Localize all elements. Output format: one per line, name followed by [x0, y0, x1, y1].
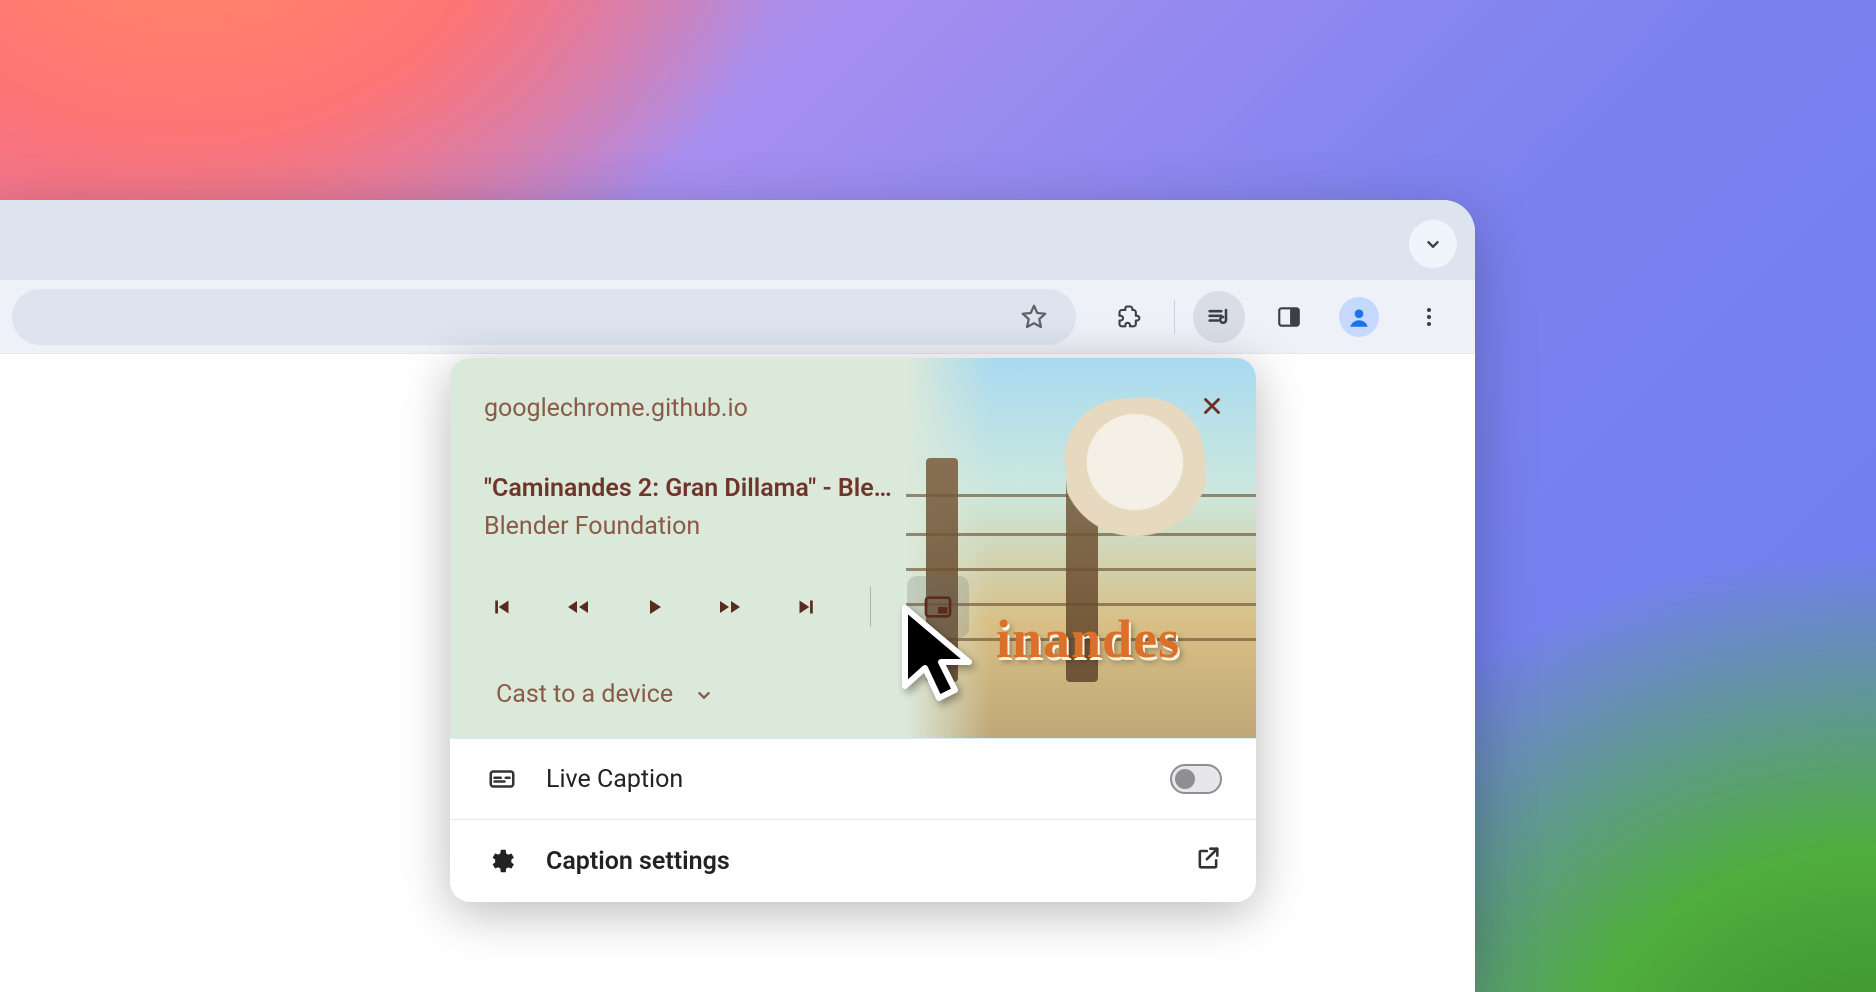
rewind-button[interactable] [556, 585, 600, 629]
media-control-button[interactable] [1193, 291, 1245, 343]
live-caption-toggle[interactable] [1170, 764, 1222, 794]
overflow-menu-button[interactable] [1403, 291, 1455, 343]
play-icon [642, 595, 666, 619]
live-caption-row: Live Caption [450, 738, 1256, 820]
address-bar[interactable]: ession/video.html [12, 289, 1076, 345]
media-control-popup: inandes googlechrome.github.io "Caminand… [450, 358, 1256, 902]
media-artist: Blender Foundation [484, 512, 700, 541]
profile-button[interactable] [1333, 291, 1385, 343]
caption-settings-label: Caption settings [546, 847, 1194, 876]
side-panel-button[interactable] [1263, 291, 1315, 343]
pip-icon [922, 591, 954, 623]
skip-next-icon [793, 594, 819, 620]
fast-forward-button[interactable] [708, 585, 752, 629]
chevron-down-icon [693, 684, 715, 706]
captions-icon [484, 764, 520, 794]
close-media-button[interactable] [1190, 384, 1234, 428]
artwork-logo-text: inandes [996, 608, 1180, 670]
cast-label: Cast to a device [496, 680, 673, 709]
toggle-knob [1175, 769, 1195, 789]
fast-forward-icon [715, 594, 745, 620]
media-controls-separator [870, 587, 871, 627]
gear-icon [484, 846, 520, 876]
cast-to-device-button[interactable]: Cast to a device [496, 680, 715, 709]
live-caption-label: Live Caption [546, 765, 1170, 794]
media-source-label: googlechrome.github.io [484, 394, 748, 423]
tab-search-chevron[interactable] [1409, 220, 1457, 268]
media-title: "Caminandes 2: Gran Dillama" - Ble… [484, 474, 892, 503]
toolbar-divider [1174, 300, 1175, 334]
caption-settings-row[interactable]: Caption settings [450, 820, 1256, 902]
star-icon [1019, 302, 1049, 332]
previous-track-button[interactable] [480, 585, 524, 629]
media-card: inandes googlechrome.github.io "Caminand… [450, 358, 1256, 738]
music-note-icon [1205, 303, 1233, 331]
skip-previous-icon [489, 594, 515, 620]
toolbar-actions [1076, 291, 1463, 343]
avatar-icon [1339, 297, 1379, 337]
chevron-down-icon [1422, 233, 1444, 255]
three-dots-icon [1417, 305, 1441, 329]
play-button[interactable] [632, 585, 676, 629]
puzzle-icon [1116, 303, 1144, 331]
open-external-icon [1194, 844, 1222, 879]
close-icon [1199, 393, 1225, 419]
extensions-button[interactable] [1104, 291, 1156, 343]
bookmark-star-button[interactable] [1012, 295, 1056, 339]
tab-strip [0, 200, 1475, 280]
media-controls [480, 576, 969, 638]
side-panel-icon [1276, 304, 1302, 330]
browser-toolbar: ession/video.html [0, 280, 1475, 354]
rewind-icon [563, 594, 593, 620]
next-track-button[interactable] [784, 585, 828, 629]
picture-in-picture-button[interactable] [907, 576, 969, 638]
